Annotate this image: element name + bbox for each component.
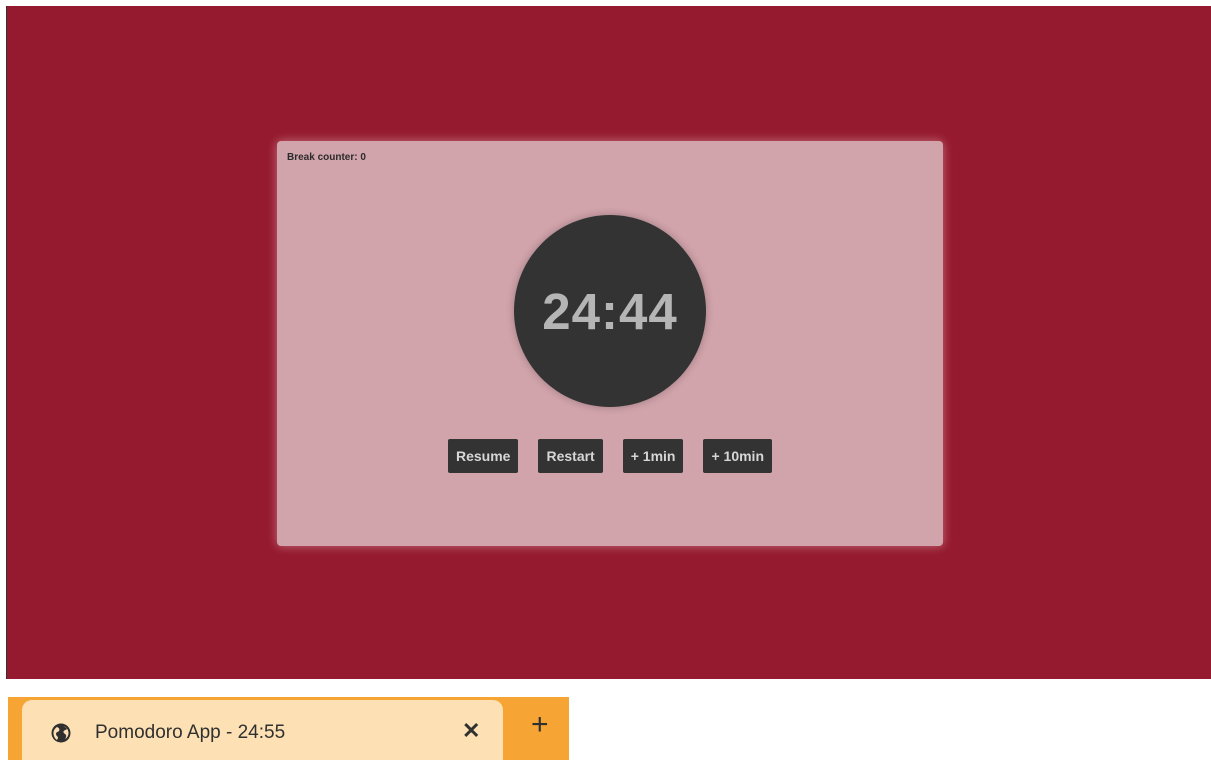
close-icon[interactable]: ✕ (462, 718, 480, 744)
restart-button[interactable]: Restart (538, 439, 603, 473)
add-10min-button[interactable]: + 10min (703, 439, 772, 473)
globe-icon (51, 723, 71, 743)
timer-controls: Resume Restart + 1min + 10min (277, 439, 943, 473)
new-tab-icon[interactable]: + (531, 710, 549, 740)
browser-tab-bar: Pomodoro App - 24:55 ✕ + (8, 697, 569, 760)
browser-tab[interactable]: Pomodoro App - 24:55 ✕ (22, 700, 503, 760)
add-1min-button[interactable]: + 1min (622, 439, 684, 473)
break-counter: Break counter: 0 (287, 152, 366, 163)
timer-display: 24:44 (542, 282, 678, 340)
resume-button[interactable]: Resume (448, 439, 519, 473)
app-viewport: Break counter: 0 24:44 Resume Restart + … (6, 6, 1211, 679)
timer-card: Break counter: 0 24:44 Resume Restart + … (277, 141, 943, 546)
tab-title: Pomodoro App - 24:55 (95, 722, 286, 743)
timer-circle: 24:44 (514, 215, 706, 407)
